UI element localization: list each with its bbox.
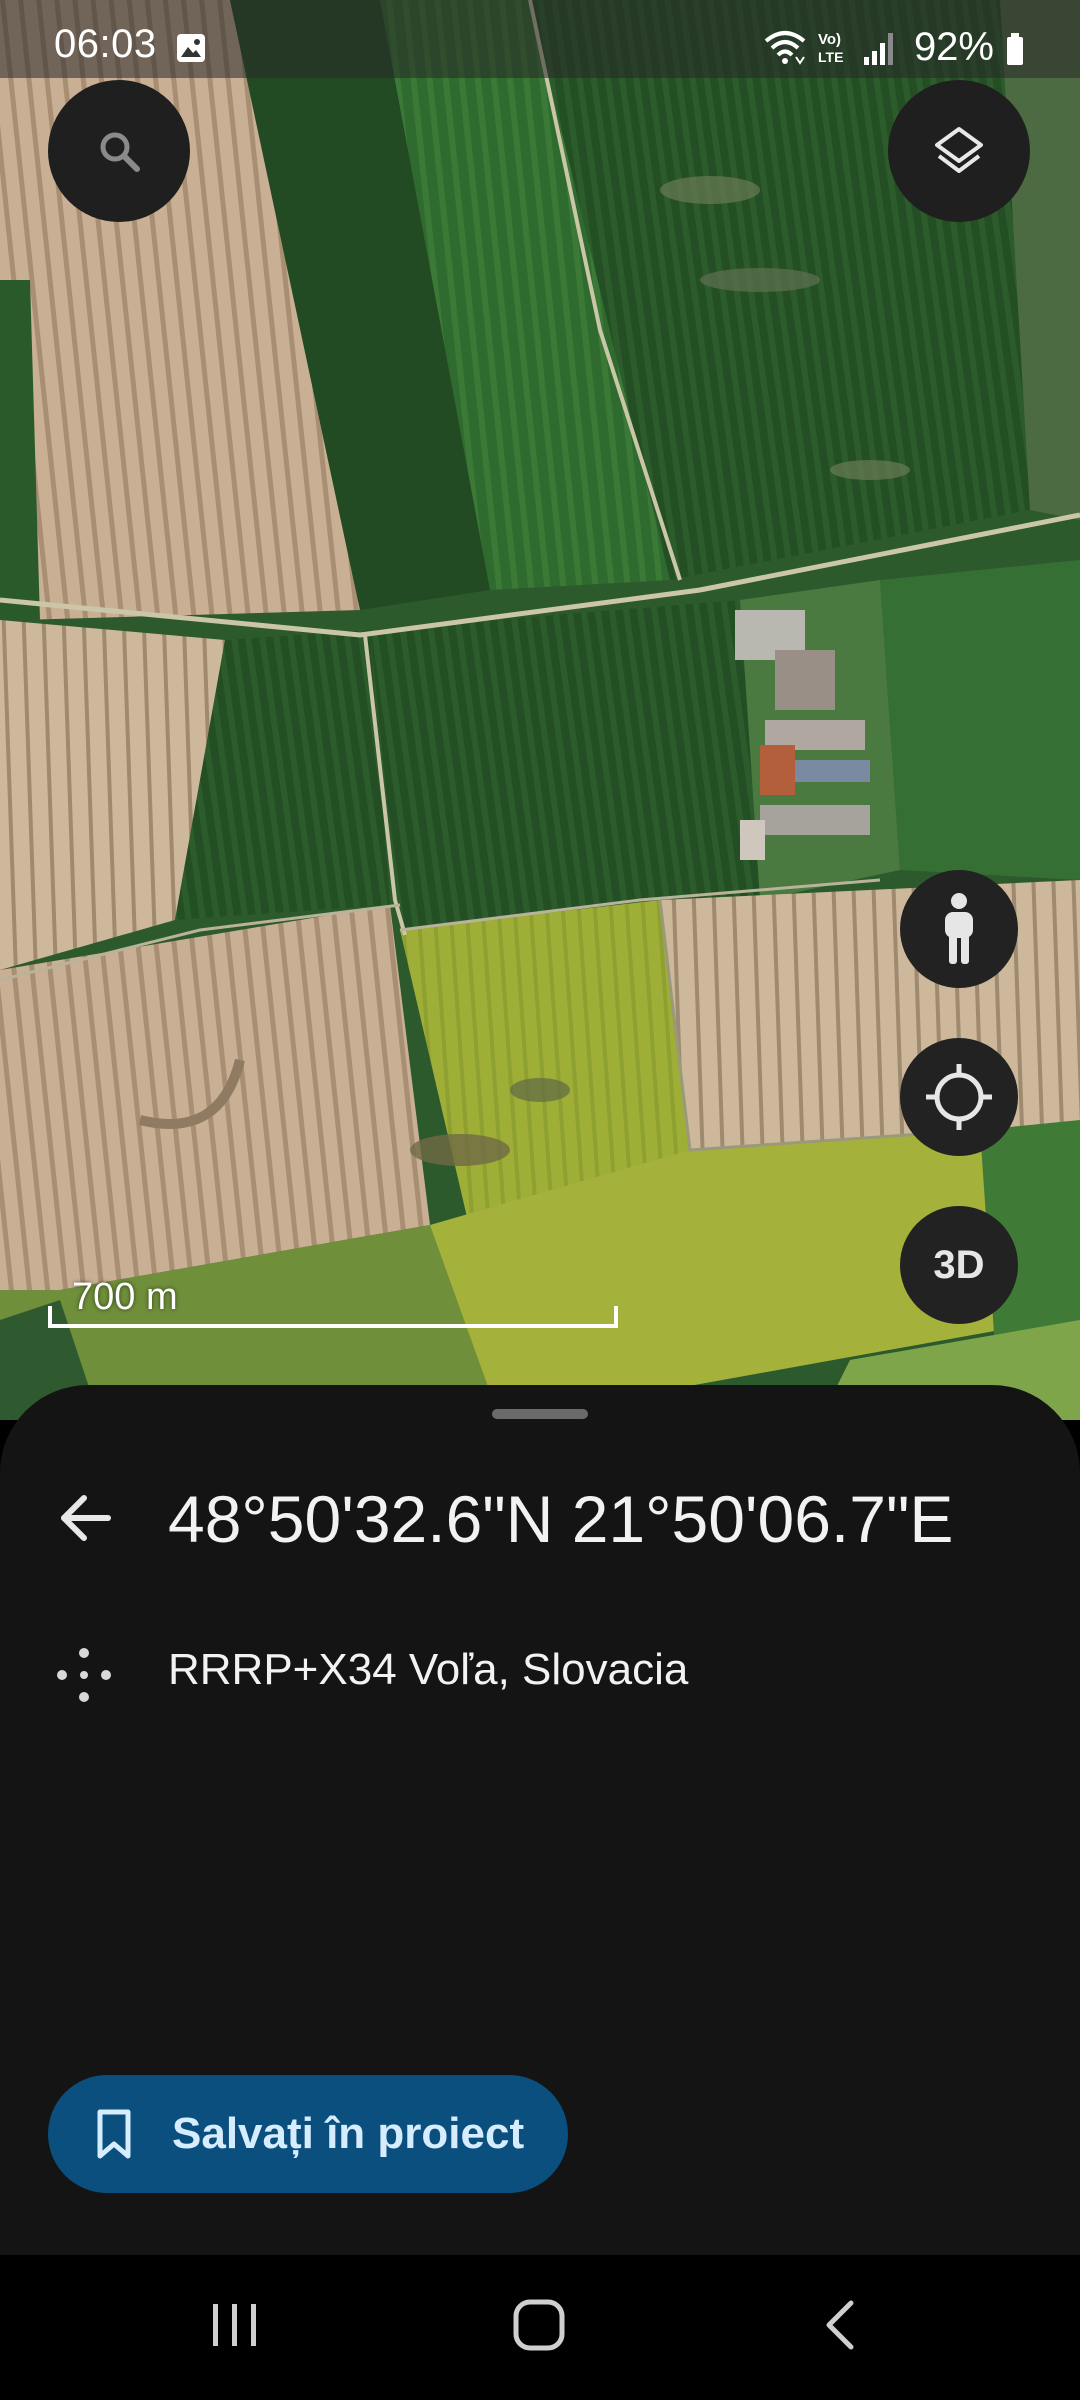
plus-code-icon <box>57 1648 111 1702</box>
plus-code-address[interactable]: RRRP+X34 Voľa, Slovacia <box>168 1645 688 1695</box>
system-nav-bar <box>0 2255 1080 2400</box>
save-to-project-label: Salvați în proiect <box>172 2109 525 2158</box>
arrow-back-icon <box>61 1495 111 1541</box>
coordinates-title: 48°50'32.6"N 21°50'06.7"E <box>168 1482 954 1556</box>
home-icon <box>513 2299 565 2351</box>
save-to-project-button[interactable]: Salvați în proiect <box>48 2075 568 2193</box>
battery-percent: 92% <box>913 24 994 69</box>
bookmark-icon <box>97 2109 131 2159</box>
back-button[interactable] <box>52 1485 118 1551</box>
svg-text:LTE: LTE <box>818 49 843 65</box>
volte-icon: Vo) LTE <box>818 31 843 65</box>
layers-button[interactable] <box>888 80 1030 222</box>
scale-bar <box>48 1306 618 1328</box>
my-location-button[interactable] <box>900 1038 1018 1156</box>
3d-toggle-button[interactable]: 3D <box>900 1206 1018 1324</box>
status-bar: 06:03 Vo) LTE 92% <box>0 0 1080 78</box>
street-view-button[interactable] <box>900 870 1018 988</box>
street-view-icon <box>945 893 973 964</box>
place-sheet: 48°50'32.6"N 21°50'06.7"E RRRP+X34 Voľa,… <box>0 1385 1080 2255</box>
search-icon <box>100 132 140 172</box>
nav-back-button[interactable] <box>786 2285 896 2365</box>
layers-icon <box>935 127 983 173</box>
3d-label: 3D <box>933 1242 985 1287</box>
my-location-icon <box>926 1064 992 1130</box>
home-button[interactable] <box>484 2285 594 2365</box>
back-icon <box>826 2300 854 2350</box>
satellite-map[interactable] <box>0 0 1080 1420</box>
status-time: 06:03 <box>54 22 157 66</box>
wifi-icon <box>764 31 806 65</box>
status-icons: Vo) LTE 92% <box>764 22 1026 72</box>
search-button[interactable] <box>48 80 190 222</box>
drag-handle[interactable] <box>492 1409 588 1419</box>
image-icon <box>177 34 205 62</box>
recents-button[interactable] <box>180 2285 290 2365</box>
signal-icon <box>863 33 893 65</box>
recents-icon <box>213 2304 256 2346</box>
battery-icon <box>1007 33 1023 65</box>
svg-text:Vo): Vo) <box>818 31 841 48</box>
